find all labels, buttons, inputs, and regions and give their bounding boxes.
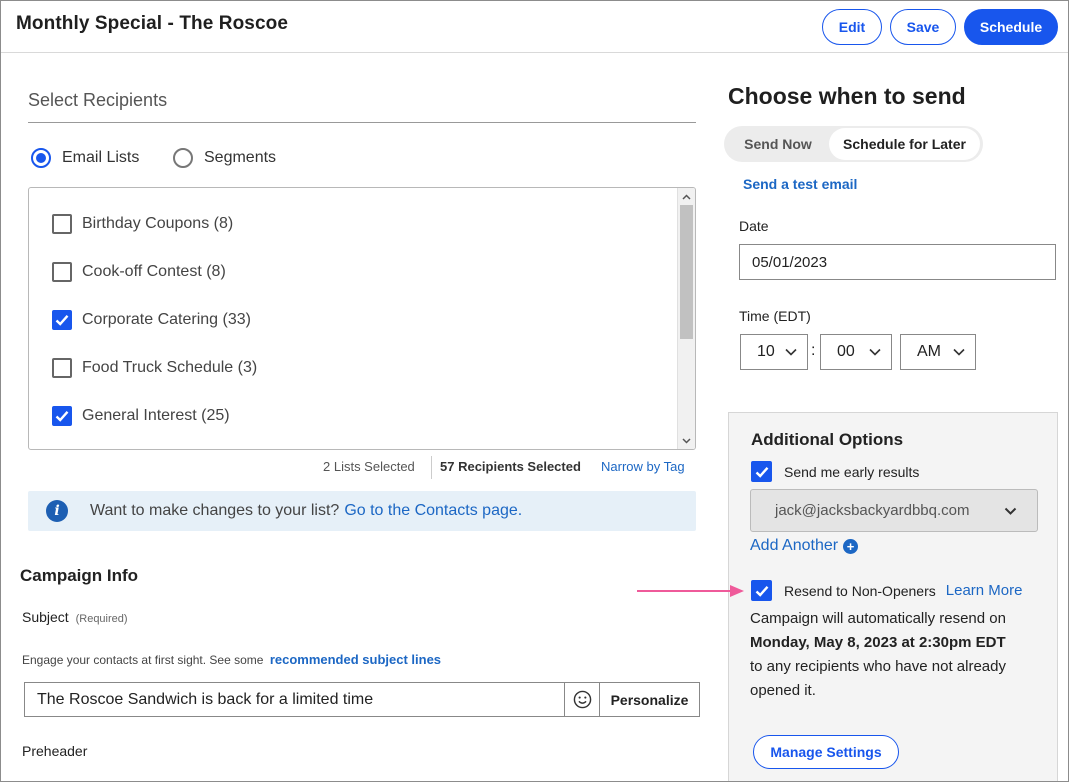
checkbox-checked-icon [52,310,72,330]
early-results-label: Send me early results [784,463,920,480]
list-item-label: Food Truck Schedule (3) [82,359,258,376]
edit-button[interactable]: Edit [822,9,882,45]
chevron-down-icon [869,348,881,356]
subject-help-text: Engage your contacts at first sight. See… [22,653,264,667]
ampm-value: AM [917,343,941,360]
contacts-page-link[interactable]: Go to the Contacts page. [344,502,522,520]
email-lists-box[interactable]: Birthday Coupons (8) Cook-off Contest (8… [28,187,696,450]
required-hint: (Required) [75,613,128,625]
divider [431,456,432,479]
info-icon: i [46,500,68,522]
contacts-info-banner: i Want to make changes to your list? Go … [28,491,696,531]
date-input[interactable] [739,244,1056,280]
radio-label: Email Lists [62,149,140,166]
list-item-label: Corporate Catering (33) [82,311,251,328]
narrow-by-tag-link[interactable]: Narrow by Tag [601,459,685,474]
resend-option[interactable]: Resend to Non-Openers Learn More [751,580,1022,601]
list-item-label: Birthday Coupons (8) [82,215,234,232]
plus-circle-icon: + [843,538,859,554]
campaign-info-title: Campaign Info [20,566,139,585]
info-text: Want to make changes to your list? [90,502,340,519]
campaign-editor: Monthly Special - The Roscoe Edit Save S… [0,0,1069,782]
add-another-link[interactable]: Add Another + [750,537,859,555]
radio-segments[interactable]: Segments [173,148,276,168]
scroll-up-icon[interactable] [678,188,695,205]
header-bar: Monthly Special - The Roscoe Edit Save S… [1,1,1068,53]
save-button[interactable]: Save [890,9,956,45]
subject-label: Subject (Required) [22,609,128,625]
checkbox-icon [52,358,72,378]
resend-desc-text: to any recipients who have not already o… [750,658,1006,699]
subject-input[interactable] [25,683,564,716]
select-recipients-title: Select Recipients [28,90,168,110]
additional-options-title: Additional Options [751,430,904,449]
list-item-general-interest[interactable]: General Interest (25) [52,406,230,426]
resend-date: Monday, May 8, 2023 at 2:30pm EDT [750,634,1006,651]
annotation-arrow-icon [637,585,744,597]
radio-email-lists[interactable]: Email Lists [31,148,139,168]
schedule-button[interactable]: Schedule [964,9,1058,45]
recipients-selected-count: 57 Recipients Selected [440,459,581,474]
recommended-subject-lines-link[interactable]: recommended subject lines [270,652,441,667]
ampm-select[interactable]: AM [900,334,976,370]
checkbox-checked-icon[interactable] [751,580,772,601]
send-now-option[interactable]: Send Now [728,128,828,160]
scroll-thumb[interactable] [680,205,693,339]
schedule-later-option[interactable]: Schedule for Later [829,128,980,160]
learn-more-link[interactable]: Learn More [946,582,1023,599]
list-item-corporate-catering[interactable]: Corporate Catering (33) [52,310,251,330]
additional-options-panel: Additional Options Send me early results… [728,412,1058,781]
smiley-icon [573,690,591,709]
subject-help: Engage your contacts at first sight. See… [22,652,441,667]
hour-select[interactable]: 10 [740,334,808,370]
resend-label: Resend to Non-Openers [784,582,936,599]
radio-unselected-icon [173,148,193,168]
subject-field-group: Personalize [24,682,700,717]
add-another-label: Add Another [750,537,839,554]
time-label: Time (EDT) [739,308,811,324]
minute-value: 00 [837,343,855,360]
list-item-birthday-coupons[interactable]: Birthday Coupons (8) [52,214,233,234]
send-test-email-link[interactable]: Send a test email [743,176,857,192]
emoji-button[interactable] [564,683,599,716]
date-label: Date [739,218,769,234]
chevron-down-icon [1004,507,1017,515]
subject-label-text: Subject [22,609,69,625]
time-separator: : [811,342,816,359]
email-value: jack@jacksbackyardbbq.com [775,502,970,519]
radio-label: Segments [204,149,277,166]
resend-desc-text: Campaign will automatically resend on [750,610,1006,627]
early-results-email-select[interactable]: jack@jacksbackyardbbq.com [750,489,1038,532]
list-item-food-truck-schedule[interactable]: Food Truck Schedule (3) [52,358,257,378]
hour-value: 10 [757,343,775,360]
radio-selected-icon [31,148,51,168]
manage-settings-button[interactable]: Manage Settings [753,735,899,769]
page-title: Monthly Special - The Roscoe [16,13,289,34]
early-results-option[interactable]: Send me early results [751,461,919,482]
minute-select[interactable]: 00 [820,334,892,370]
checkbox-icon [52,214,72,234]
lists-selected-count: 2 Lists Selected [323,459,415,474]
list-item-cook-off-contest[interactable]: Cook-off Contest (8) [52,262,226,282]
list-item-label: Cook-off Contest (8) [82,263,226,280]
choose-when-title: Choose when to send [728,83,966,109]
checkbox-checked-icon[interactable] [751,461,772,482]
personalize-button[interactable]: Personalize [599,683,699,716]
checkbox-icon [52,262,72,282]
preheader-label: Preheader [22,743,88,759]
chevron-down-icon [785,348,797,356]
list-scrollbar[interactable] [677,188,695,449]
checkbox-checked-icon [52,406,72,426]
resend-description: Campaign will automatically resend on Mo… [750,607,1050,703]
chevron-down-icon [953,348,965,356]
send-timing-toggle: Send Now Schedule for Later [724,126,983,162]
scroll-down-icon[interactable] [678,432,695,449]
divider [28,122,696,123]
list-item-label: General Interest (25) [82,407,230,424]
